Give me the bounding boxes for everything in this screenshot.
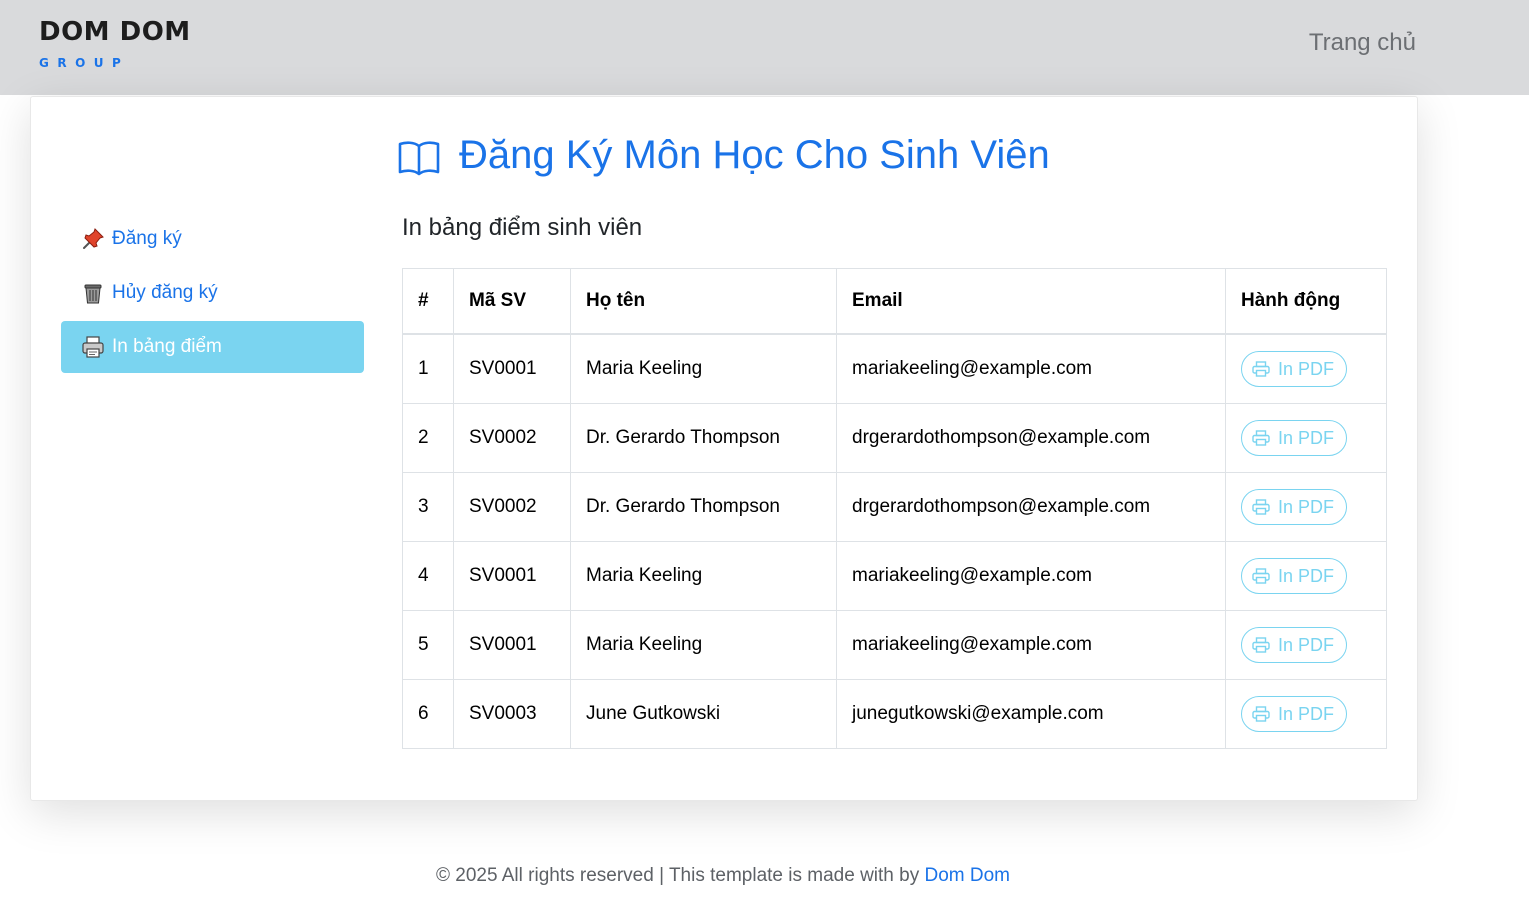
row-number: 4 — [402, 541, 454, 611]
print-pdf-label: In PDF — [1278, 634, 1335, 655]
column-header: Hành động — [1225, 268, 1387, 335]
print-pdf-button[interactable]: In PDF — [1241, 696, 1348, 732]
printer-icon — [1252, 706, 1270, 722]
student-email: drgerardothompson@example.com — [836, 403, 1226, 473]
action-cell: In PDF — [1225, 403, 1387, 473]
student-email: junegutkowski@example.com — [836, 679, 1226, 749]
sidebar-item-print-grades[interactable]: In bảng điểm — [61, 321, 364, 373]
action-cell: In PDF — [1225, 472, 1387, 542]
student-name: Dr. Gerardo Thompson — [570, 472, 837, 542]
row-number: 1 — [402, 333, 454, 404]
column-header: Họ tên — [570, 268, 837, 335]
student-code: SV0001 — [453, 610, 571, 680]
table-row: 6 SV0003 June Gutkowski junegutkowski@examp… — [402, 679, 1387, 749]
page-title: Đăng Ký Môn Học Cho Sinh Viên — [397, 129, 1050, 181]
student-name: June Gutkowski — [570, 679, 837, 749]
sidebar-item-register[interactable]: Đăng ký — [61, 213, 364, 265]
row-number: 6 — [402, 679, 454, 749]
page-title-text: Đăng Ký Môn Học Cho Sinh Viên — [459, 133, 1050, 177]
brand-subtitle: GROUP — [39, 56, 130, 70]
main-card: Đăng Ký Môn Học Cho Sinh Viên Đăng ký Hủ… — [30, 96, 1418, 801]
column-header: Email — [836, 268, 1226, 335]
printer-icon — [1252, 637, 1270, 653]
printer-icon — [1252, 361, 1270, 377]
student-email: mariakeeling@example.com — [836, 610, 1226, 680]
student-code: SV0002 — [453, 472, 571, 542]
footer-text: © 2025 All rights reserved | This templa… — [435, 865, 925, 886]
print-pdf-button[interactable]: In PDF — [1241, 627, 1348, 663]
print-pdf-label: In PDF — [1278, 427, 1335, 448]
sidebar-item-label: In bảng điểm — [112, 336, 222, 357]
brand-name: DOM DOM — [39, 17, 191, 47]
action-cell: In PDF — [1225, 333, 1387, 404]
sidebar-item-label: Hủy đăng ký — [112, 282, 218, 303]
student-code: SV0001 — [453, 541, 571, 611]
print-pdf-button[interactable]: In PDF — [1241, 489, 1348, 525]
print-pdf-label: In PDF — [1278, 496, 1335, 517]
column-header: # — [402, 268, 454, 335]
table-row: 3 SV0002 Dr. Gerardo Thompson drgerardothom… — [402, 472, 1387, 542]
table-row: 1 SV0001 Maria Keeling mariakeeling@example… — [402, 333, 1387, 404]
sidebar-item-unregister[interactable]: Hủy đăng ký — [61, 267, 364, 319]
grades-table: # Mã SV Họ tên Email Hành động 1 SV0001 Ma… — [402, 268, 1387, 749]
sidebar-item-label: Đăng ký — [112, 228, 182, 249]
table-row: 2 SV0002 Dr. Gerardo Thompson drgerardothom… — [402, 403, 1387, 473]
student-email: mariakeeling@example.com — [836, 541, 1226, 611]
action-cell: In PDF — [1225, 679, 1387, 749]
student-name: Maria Keeling — [570, 333, 837, 404]
table-row: 5 SV0001 Maria Keeling mariakeeling@example… — [402, 610, 1387, 680]
nav-home-link[interactable]: Trang chủ — [1309, 29, 1416, 57]
print-pdf-label: In PDF — [1278, 565, 1335, 586]
footer: © 2025 All rights reserved | This templa… — [0, 865, 1446, 887]
section-title: In bảng điểm sinh viên — [402, 214, 643, 241]
print-pdf-button[interactable]: In PDF — [1241, 351, 1348, 387]
student-code: SV0002 — [453, 403, 571, 473]
student-name: Maria Keeling — [570, 610, 837, 680]
row-number: 3 — [402, 472, 454, 542]
action-cell: In PDF — [1225, 610, 1387, 680]
table-header-row: # Mã SV Họ tên Email Hành động — [402, 268, 1387, 335]
action-cell: In PDF — [1225, 541, 1387, 611]
student-code: SV0003 — [453, 679, 571, 749]
student-code: SV0001 — [453, 333, 571, 404]
book-open-icon — [398, 141, 440, 176]
printer-icon — [1252, 499, 1270, 515]
brand-logo[interactable]: DOM DOM GROUP — [39, 16, 191, 70]
row-number: 5 — [402, 610, 454, 680]
student-email: drgerardothompson@example.com — [836, 472, 1226, 542]
student-name: Maria Keeling — [570, 541, 837, 611]
printer-icon — [1252, 430, 1270, 446]
printer-icon — [1252, 568, 1270, 584]
print-pdf-label: In PDF — [1278, 703, 1335, 724]
student-email: mariakeeling@example.com — [836, 333, 1226, 404]
printer-icon — [81, 335, 105, 359]
pushpin-icon — [81, 227, 105, 251]
column-header: Mã SV — [453, 268, 571, 335]
footer-link[interactable]: Dom Dom — [925, 865, 1011, 886]
table-row: 4 SV0001 Maria Keeling mariakeeling@example… — [402, 541, 1387, 611]
sidebar: Đăng ký Hủy đăng ký In bảng điểm — [61, 213, 364, 375]
print-pdf-label: In PDF — [1278, 358, 1335, 379]
row-number: 2 — [402, 403, 454, 473]
print-pdf-button[interactable]: In PDF — [1241, 558, 1348, 594]
top-navbar: DOM DOM GROUP Trang chủ — [0, 0, 1529, 95]
trash-can-icon — [81, 281, 105, 305]
print-pdf-button[interactable]: In PDF — [1241, 420, 1348, 456]
student-name: Dr. Gerardo Thompson — [570, 403, 837, 473]
